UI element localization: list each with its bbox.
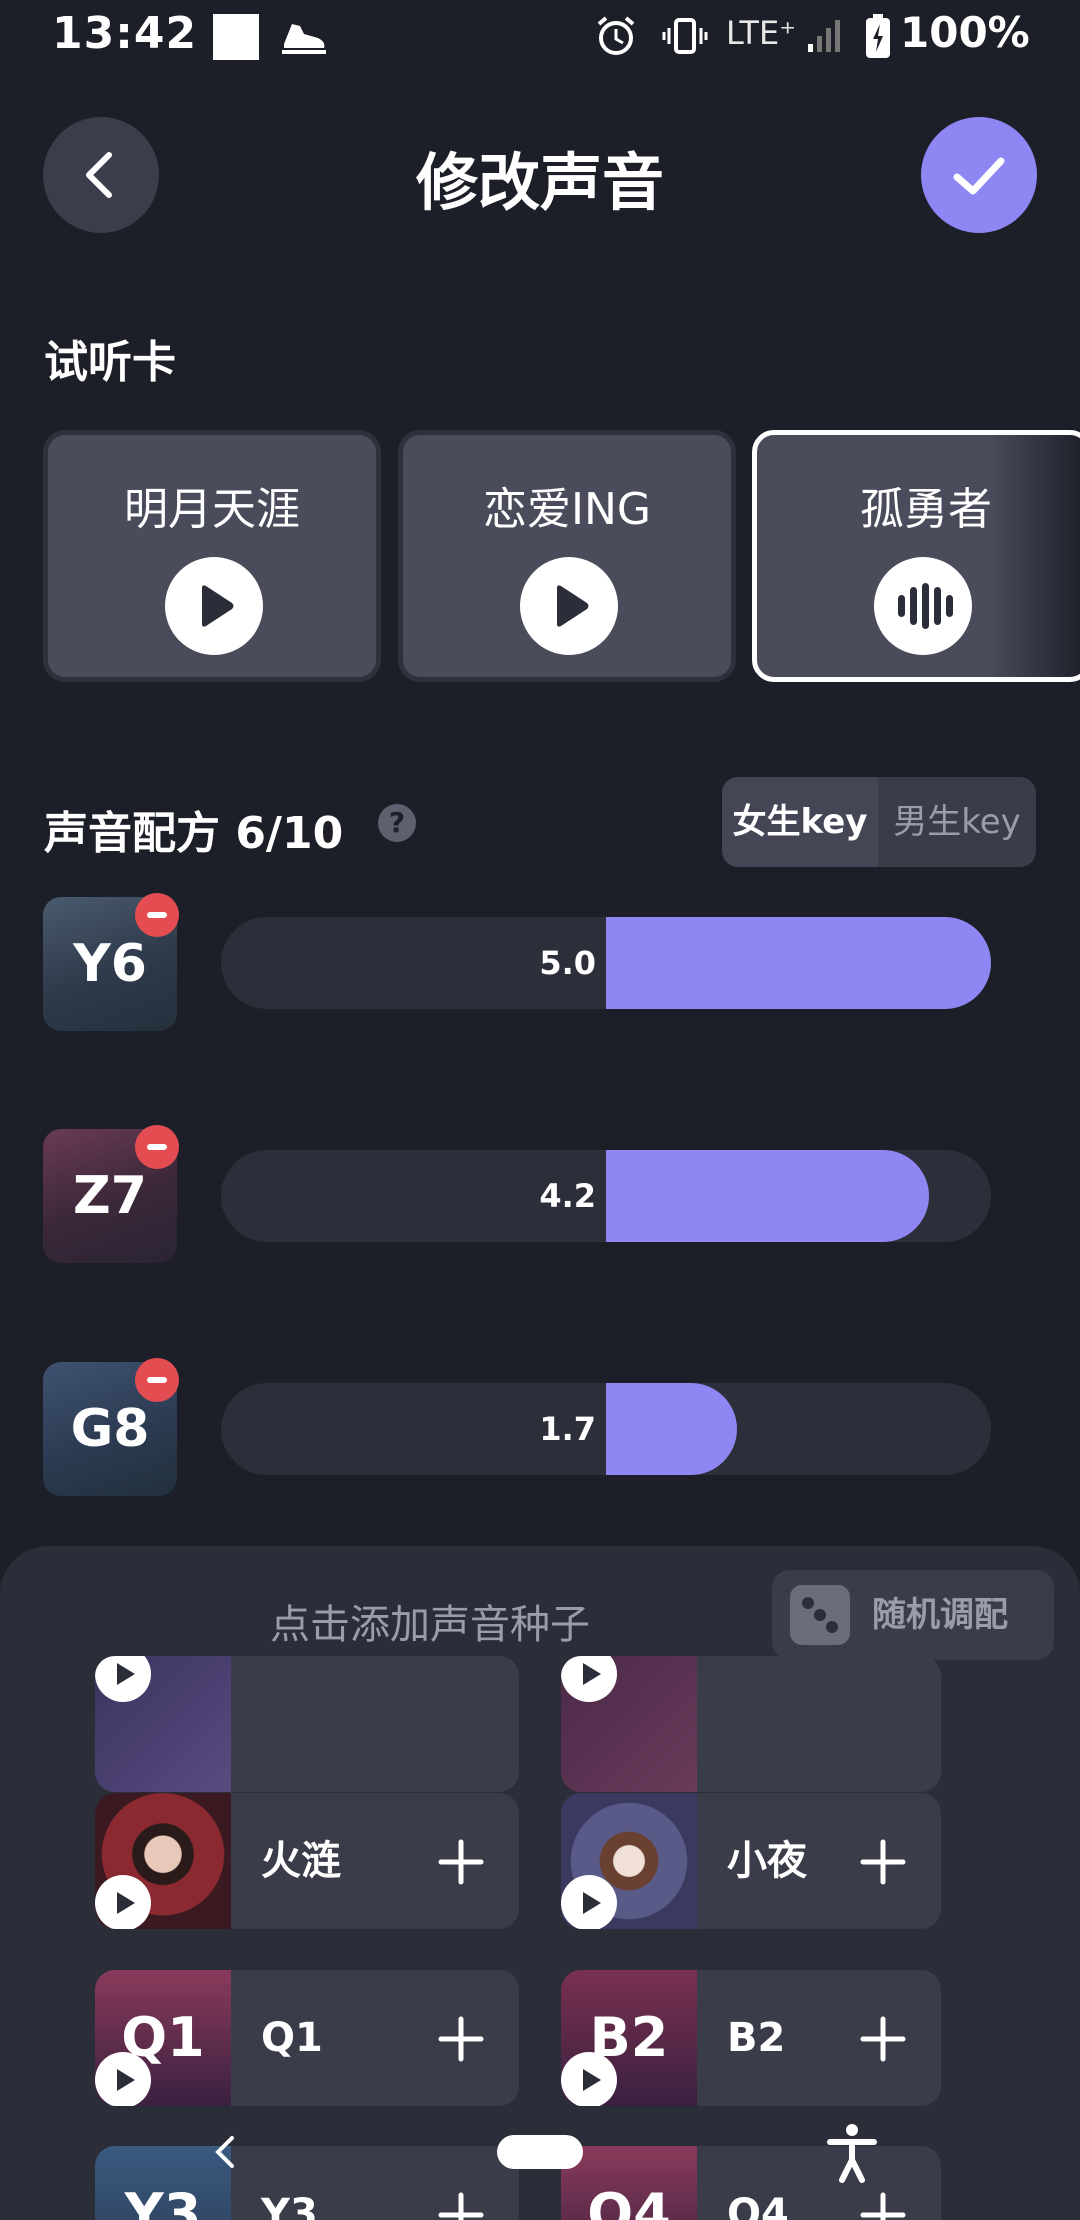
preview-card-label: 明月天涯 [124, 484, 300, 535]
weight-slider[interactable]: 4.2 [221, 1150, 991, 1242]
weight-slider[interactable]: 1.7 [221, 1383, 991, 1475]
shoe-icon [282, 24, 326, 54]
seed-card[interactable]: Q1 Q1 [95, 1970, 519, 2106]
recipe-title: 声音配方 6/10 [44, 808, 344, 859]
battery-percent: 100% [900, 8, 1030, 57]
weight-slider[interactable]: 5.0 [221, 917, 991, 1009]
remove-icon[interactable] [135, 1125, 179, 1169]
check-icon [953, 157, 1005, 195]
slider-fill [606, 1383, 737, 1475]
seed-card[interactable]: 小夜 [561, 1793, 941, 1929]
plus-icon[interactable] [860, 2016, 906, 2062]
play-icon[interactable] [95, 1875, 151, 1929]
seed-card[interactable]: Q4 Q4 [561, 2146, 941, 2220]
recipe-seed-tile: Z7 [43, 1125, 179, 1263]
chevron-left-icon [86, 152, 112, 198]
preview-card-3[interactable]: 孤勇者 [752, 430, 1080, 682]
seed-card[interactable]: B2 B2 [561, 1970, 941, 2106]
confirm-button[interactable] [921, 117, 1037, 233]
play-icon[interactable] [95, 1656, 151, 1702]
preview-card-label: 孤勇者 [860, 484, 992, 535]
seed-avatar: Q1 [95, 1970, 231, 2106]
playing-button[interactable] [874, 557, 972, 655]
seed-avatar [95, 1656, 231, 1792]
play-icon[interactable] [95, 2052, 151, 2106]
seed-name: Q4 [727, 2191, 789, 2220]
preview-section-title: 试听卡 [44, 337, 176, 388]
nav-home-pill[interactable] [497, 2135, 583, 2169]
seed-name: Y3 [261, 2191, 318, 2220]
status-bar: 13:42 LTE⁺ 100% [0, 0, 1080, 72]
seed-card[interactable]: Y3 Y3 [95, 2146, 519, 2220]
play-icon[interactable] [561, 1875, 617, 1929]
seed-avatar [561, 1793, 697, 1929]
key-toggle[interactable]: 女生key 男生key [722, 777, 1036, 867]
signal-icon [808, 20, 840, 52]
seed-avatar [95, 1793, 231, 1929]
status-time: 13:42 [52, 8, 198, 59]
seed-avatar [561, 1656, 697, 1792]
seed-card[interactable] [95, 1656, 519, 1792]
plus-icon[interactable] [860, 1839, 906, 1885]
play-button[interactable] [165, 557, 263, 655]
recipe-seed-tile: Y6 [43, 893, 179, 1031]
accessibility-icon[interactable] [826, 2122, 878, 2184]
slider-fill [606, 1150, 930, 1242]
vibrate-icon [662, 18, 708, 54]
random-mix-button[interactable]: 随机调配 [772, 1570, 1054, 1660]
waveform-icon [898, 583, 953, 629]
plus-icon[interactable] [438, 2016, 484, 2062]
network-label: LTE⁺ [726, 14, 797, 52]
seed-card[interactable] [561, 1656, 941, 1792]
seed-name: B2 [727, 2015, 786, 2061]
remove-icon[interactable] [135, 893, 179, 937]
seed-name: 火涟 [261, 1838, 341, 1884]
play-button[interactable] [520, 557, 618, 655]
plus-icon[interactable] [438, 2192, 484, 2220]
seed-name: Q1 [261, 2015, 323, 2061]
recipe-seed-tile: G8 [43, 1358, 179, 1496]
preview-card-2[interactable]: 恋爱ING [398, 430, 736, 682]
nav-back-icon[interactable] [208, 2130, 244, 2174]
play-icon [202, 585, 234, 627]
play-icon[interactable] [561, 2052, 617, 2106]
play-icon [557, 585, 589, 627]
play-icon[interactable] [561, 1656, 617, 1702]
plus-icon[interactable] [860, 2192, 906, 2220]
battery-icon [866, 14, 890, 58]
back-button[interactable] [43, 117, 159, 233]
alarm-icon [597, 16, 635, 55]
remove-icon[interactable] [135, 1358, 179, 1402]
slider-value: 4.2 [539, 1177, 596, 1215]
panel-hint: 点击添加声音种子 [270, 1602, 590, 1648]
seed-card[interactable]: 火涟 [95, 1793, 519, 1929]
random-mix-label: 随机调配 [872, 1595, 1008, 1635]
help-icon[interactable]: ? [378, 804, 416, 842]
preview-card-label: 恋爱ING [483, 484, 651, 535]
slider-value: 5.0 [539, 944, 596, 982]
square-icon [213, 14, 259, 60]
plus-icon[interactable] [438, 1839, 484, 1885]
page-title: 修改声音 [415, 146, 664, 219]
seed-panel: 点击添加声音种子 随机调配 火涟 小夜 Q1 Q1 B2 B2 Y3 Y3 Q4… [0, 1546, 1080, 2220]
dice-icon [790, 1585, 850, 1645]
preview-card-1[interactable]: 明月天涯 [43, 430, 381, 682]
slider-fill [606, 917, 991, 1009]
slider-value: 1.7 [539, 1410, 596, 1448]
female-key-option[interactable]: 女生key [722, 777, 878, 867]
seed-name: 小夜 [727, 1838, 807, 1884]
male-key-option[interactable]: 男生key [878, 777, 1036, 867]
seed-avatar: B2 [561, 1970, 697, 2106]
